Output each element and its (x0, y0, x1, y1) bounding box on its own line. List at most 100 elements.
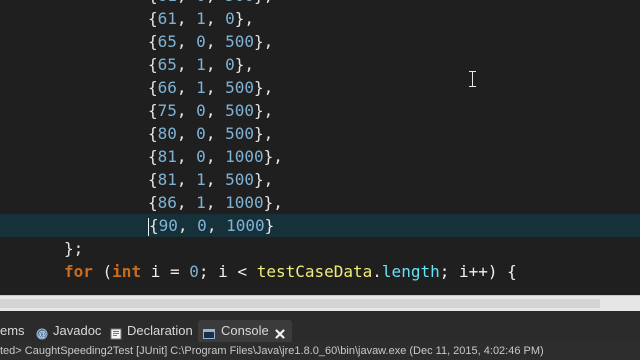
svg-text:@: @ (38, 330, 46, 339)
brace-close: }, (263, 193, 283, 212)
array-row-text: {61, 0, 500}, (148, 0, 273, 7)
brace-close: }, (253, 170, 274, 189)
code-line[interactable]: {86, 1, 1000}, (0, 191, 640, 214)
comma: , (205, 101, 226, 120)
row-value-speed: 61 (157, 9, 177, 28)
row-value-birthday: 0 (196, 101, 206, 120)
comma: , (176, 101, 197, 120)
comma: , (205, 147, 226, 166)
row-value-expected: 1000 (225, 147, 264, 166)
brace-close: }, (253, 124, 274, 143)
code-line[interactable]: {80, 0, 500}, (0, 122, 640, 145)
row-value-speed: 80 (157, 124, 177, 143)
row-value-birthday: 1 (196, 193, 206, 212)
code-line[interactable]: {61, 0, 500}, (0, 0, 640, 7)
code-line[interactable]: {65, 1, 0}, (0, 53, 640, 76)
for-loop-text: for (int i = 0; i < testCaseData.length;… (64, 260, 517, 283)
brace-close: }, (263, 147, 283, 166)
code-line[interactable]: {65, 0, 500}, (0, 30, 640, 53)
code-punctuation: ( (92, 262, 113, 281)
row-value-birthday: 1 (196, 55, 206, 74)
code-editor[interactable]: {61, 0, 500},{61, 1, 0},{65, 0, 500},{65… (0, 0, 640, 295)
comma: , (177, 216, 198, 235)
code-text: i = (141, 262, 190, 281)
console-status-line: ted> CaughtSpeeding2Test [JUnit] C:\Prog… (0, 342, 640, 360)
tab-problems[interactable]: ems (0, 320, 28, 342)
panel-separator (0, 311, 640, 320)
tab-javadoc-label: Javadoc (53, 323, 102, 338)
row-value-birthday: 1 (196, 9, 206, 28)
row-value-expected: 0 (225, 55, 235, 74)
row-value-birthday: 0 (196, 32, 206, 51)
javadoc-icon: @ (36, 325, 48, 340)
eclipse-window: {61, 0, 500},{61, 1, 0},{65, 0, 500},{65… (0, 0, 640, 360)
brace-open: { (149, 216, 159, 235)
scrollbar-thumb[interactable] (0, 299, 600, 308)
keyword-int: int (112, 262, 142, 281)
row-value-expected: 500 (225, 32, 254, 51)
code-line[interactable]: {81, 1, 500}, (0, 168, 640, 191)
row-value-speed: 61 (158, 0, 177, 5)
comma: , (205, 9, 226, 28)
row-value-speed: 66 (157, 78, 177, 97)
row-value-speed: 90 (158, 216, 178, 235)
row-value-speed: 65 (157, 55, 177, 74)
comma: , (205, 55, 226, 74)
array-row-text: {61, 1, 0}, (148, 7, 254, 30)
identifier-testcasedata: testCaseData (256, 262, 373, 281)
comma: , (205, 170, 226, 189)
comma: , (205, 124, 226, 143)
comma: , (176, 193, 197, 212)
row-value-birthday: 0 (197, 216, 207, 235)
current-code-line[interactable]: {90, 0, 1000} (0, 214, 640, 237)
row-value-speed: 81 (157, 170, 177, 189)
brace-open: { (148, 9, 158, 28)
comma: , (177, 0, 196, 5)
close-icon[interactable] (274, 325, 286, 339)
code-line[interactable]: {61, 1, 0}, (0, 7, 640, 30)
tab-console[interactable]: Console (198, 320, 292, 342)
row-value-expected: 500 (225, 170, 254, 189)
tab-javadoc[interactable]: @ Javadoc (34, 320, 102, 342)
code-text: ; i++) { (439, 262, 517, 281)
horizontal-scrollbar[interactable] (0, 295, 640, 311)
row-value-expected: 0 (225, 9, 235, 28)
brace-open: { (148, 32, 158, 51)
row-value-expected: 500 (225, 0, 254, 5)
row-value-birthday: 0 (196, 147, 206, 166)
brace-open: { (148, 78, 158, 97)
row-value-expected: 500 (225, 78, 254, 97)
comma: , (205, 78, 226, 97)
comma: , (176, 124, 197, 143)
array-row-text: {90, 0, 1000} (148, 214, 274, 237)
code-line[interactable]: for (int i = 0; i < testCaseData.length;… (0, 260, 640, 283)
array-row-text: {75, 0, 500}, (148, 99, 273, 122)
row-value-expected: 500 (225, 124, 254, 143)
number-literal: 0 (189, 262, 199, 281)
comma: , (176, 147, 197, 166)
comma: , (176, 78, 197, 97)
row-value-expected: 1000 (226, 216, 265, 235)
comma: , (176, 9, 197, 28)
keyword-for: for (64, 262, 93, 281)
tab-declaration[interactable]: Declaration (108, 320, 196, 342)
code-line[interactable]: }; (0, 237, 640, 260)
row-value-speed: 65 (157, 32, 177, 51)
brace-open: { (148, 0, 158, 5)
brace-open: { (148, 55, 158, 74)
code-line[interactable]: {75, 0, 500}, (0, 99, 640, 122)
comma: , (176, 32, 197, 51)
code-line[interactable]: {81, 0, 1000}, (0, 145, 640, 168)
brace-open: { (148, 170, 158, 189)
field-length: length (381, 262, 440, 281)
comma: , (206, 0, 225, 5)
array-row-text: {65, 1, 0}, (148, 53, 254, 76)
comma: , (176, 55, 197, 74)
console-icon (203, 325, 215, 339)
row-value-speed: 75 (157, 101, 177, 120)
code-line[interactable]: {66, 1, 500}, (0, 76, 640, 99)
text-cursor-ibeam-icon (468, 70, 478, 88)
brace-close: }, (253, 32, 274, 51)
array-row-text: {81, 1, 500}, (148, 168, 273, 191)
comma: , (176, 170, 197, 189)
